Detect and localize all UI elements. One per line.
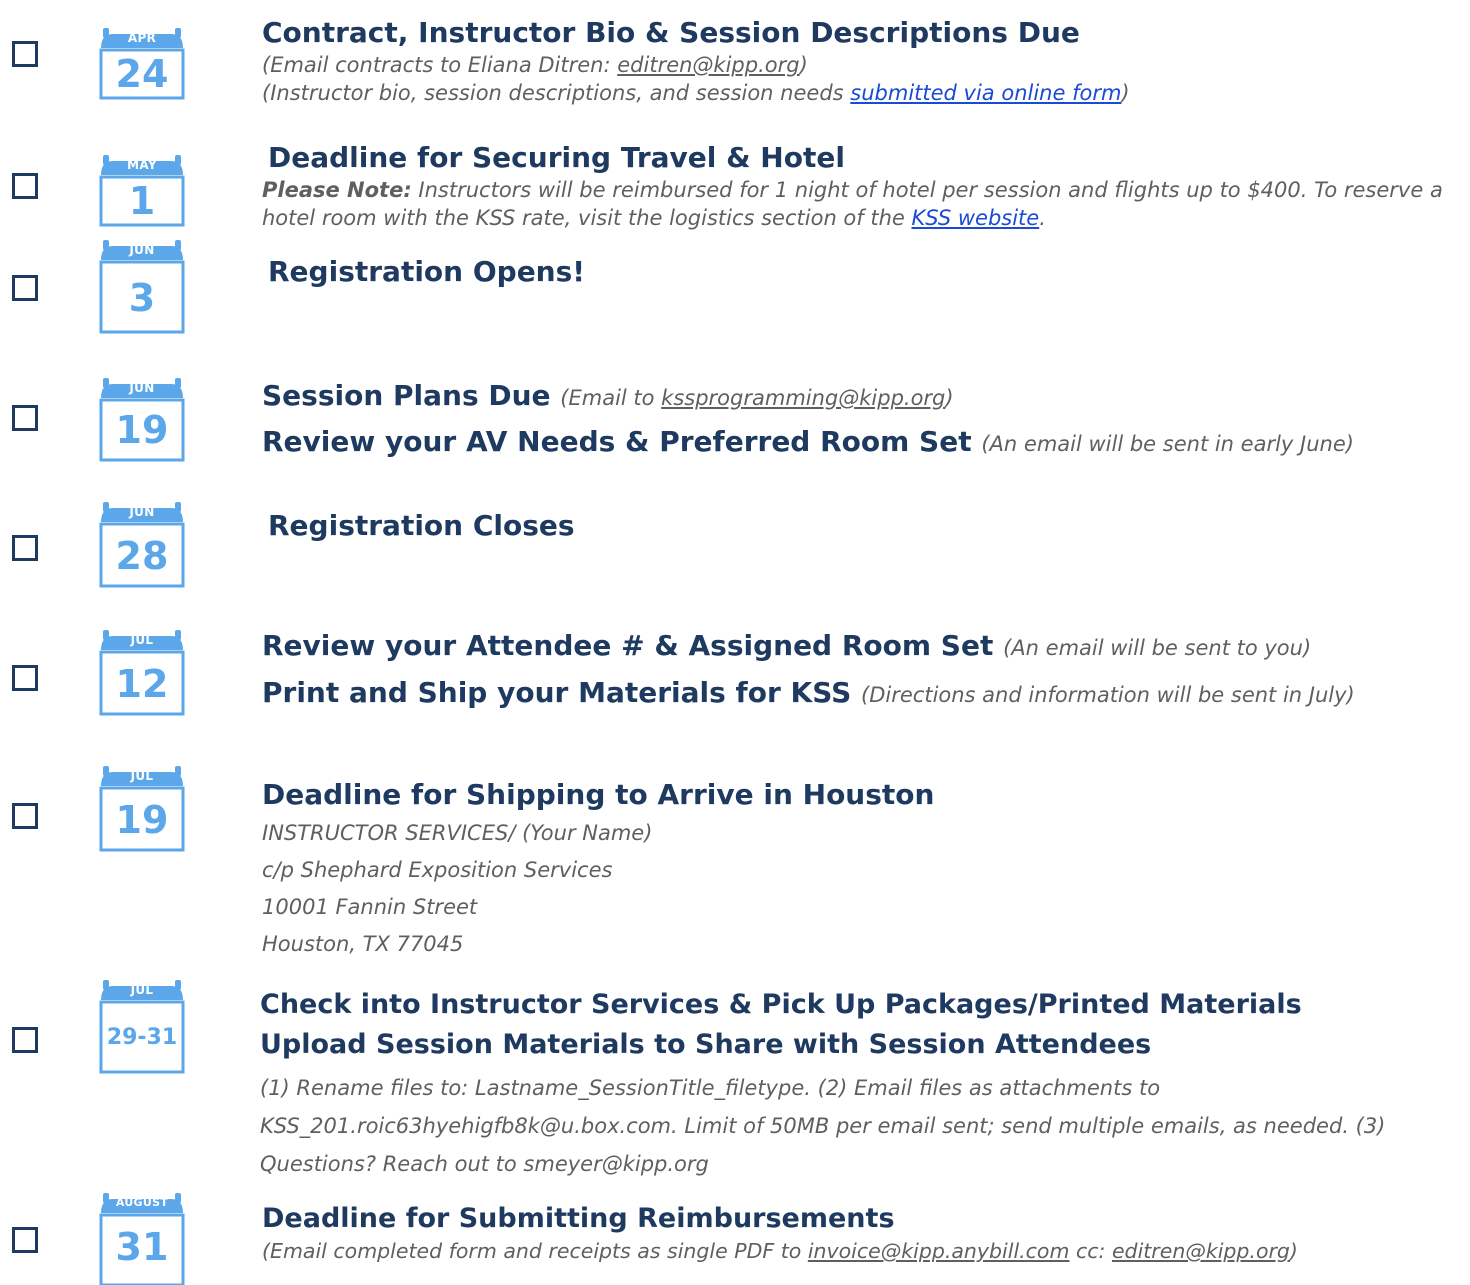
calendar-icon: JUN 3 [99,240,185,334]
calendar-day: 24 [115,52,169,96]
online-form-link[interactable]: submitted via online form [850,81,1121,105]
item-title: Deadline for Securing Travel & Hotel [268,141,845,174]
checkbox[interactable] [12,41,38,67]
checkbox[interactable] [12,275,38,301]
calendar-icon: AUGUST 31 [99,1193,185,1285]
calendar-day: 19 [115,408,169,452]
calendar-icon: JUN 28 [99,502,185,588]
email-link[interactable]: invoice@kipp.anybill.com [808,1239,1070,1263]
calendar-icon: MAY 1 [99,155,185,227]
checkbox[interactable] [12,173,38,199]
item-title: Print and Ship your Materials for KSS (D… [262,676,1355,709]
address-line: Houston, TX 77045 [262,932,464,956]
item-note: (Instructor bio, session descriptions, a… [262,81,1130,105]
calendar-month: JUN [129,381,155,395]
calendar-icon: JUL 19 [99,766,185,852]
calendar-day: 12 [115,662,169,706]
calendar-month: APR [127,31,157,45]
item-note: (Email completed form and receipts as si… [262,1239,1298,1263]
calendar-month: JUN [129,505,155,519]
calendar-day: 19 [115,798,169,842]
calendar-day: 31 [115,1225,169,1269]
calendar-month: JUN [129,243,155,257]
calendar-icon: JUL 29-31 [99,980,185,1074]
item-title: Contract, Instructor Bio & Session Descr… [262,16,1080,49]
checkbox[interactable] [12,1227,38,1253]
calendar-icon: APR 24 [99,28,185,100]
calendar-month: JUL [130,633,154,647]
checkbox[interactable] [12,1027,38,1053]
checkbox[interactable] [12,803,38,829]
calendar-day: 3 [128,276,156,320]
item-title: Registration Opens! [268,255,586,288]
item-note: (1) Rename files to: Lastname_SessionTit… [260,1076,1386,1176]
item-title: Deadline for Shipping to Arrive in Houst… [262,778,935,811]
item-title: Upload Session Materials to Share with S… [260,1029,1152,1060]
note-label: Please Note: [262,178,412,202]
calendar-month: AUGUST [115,1196,169,1209]
calendar-month: MAY [127,158,157,172]
email-link[interactable]: editren@kipp.org [1112,1239,1290,1263]
email-link[interactable]: editren@kipp.org [617,53,799,77]
calendar-month: JUL [130,983,154,997]
item-title: Deadline for Submitting Reimbursements [262,1203,895,1234]
item-title: Review your AV Needs & Preferred Room Se… [262,425,1354,458]
calendar-icon: JUN 19 [99,378,185,462]
item-title: Check into Instructor Services & Pick Up… [260,989,1302,1020]
calendar-icon: JUL 12 [99,630,185,716]
item-title: Review your Attendee # & Assigned Room S… [262,629,1312,662]
calendar-day: 29-31 [106,1025,178,1050]
address-line: 10001 Fannin Street [262,895,478,919]
calendar-month: JUL [130,769,154,783]
checkbox[interactable] [12,535,38,561]
checkbox[interactable] [12,665,38,691]
checkbox[interactable] [12,405,38,431]
kss-website-link[interactable]: KSS website [911,206,1039,230]
address-line: c/p Shephard Exposition Services [262,858,613,882]
calendar-day: 28 [115,534,169,578]
item-title: Registration Closes [268,509,575,542]
item-note: Please Note: Instructors will be reimbur… [262,178,1443,230]
calendar-day: 1 [128,179,156,223]
item-note: (Email contracts to Eliana Ditren: editr… [262,53,808,77]
item-title: Session Plans Due (Email to kssprogrammi… [262,379,954,412]
address-line: INSTRUCTOR SERVICES/ (Your Name) [262,821,653,845]
email-link[interactable]: kssprogramming@kipp.org [661,386,945,410]
